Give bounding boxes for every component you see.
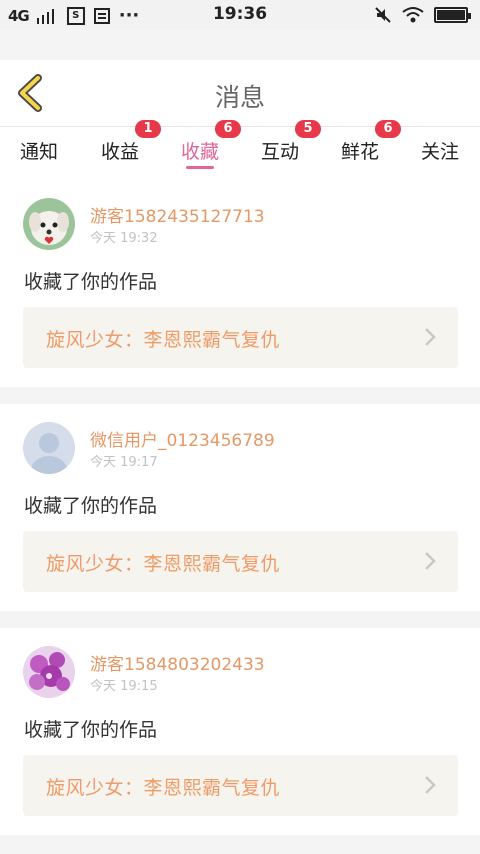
tab-interactions-badge: 5 xyxy=(295,120,321,138)
tab-flowers-badge: 6 xyxy=(375,120,401,138)
message-text: 收藏了你的作品 xyxy=(24,495,158,517)
wifi-icon xyxy=(402,7,424,23)
page-title: 消息 xyxy=(214,83,265,112)
tab-flowers[interactable]: 鲜花 xyxy=(341,137,379,164)
tab-favorites-badge: 6 xyxy=(215,120,241,138)
chevron-right-icon xyxy=(425,328,436,346)
message-text: 收藏了你的作品 xyxy=(24,271,158,293)
tab-following[interactable]: 关注 xyxy=(421,137,459,164)
active-tab-indicator xyxy=(186,166,214,169)
status-right xyxy=(374,6,471,24)
work-title: 旋风少女：李恩熙霸气复仇 xyxy=(46,777,281,799)
message-card: 游客1584803202433 今天 19:15 收藏了你的作品 旋风少女：李恩… xyxy=(0,628,480,835)
tab-earnings[interactable]: 收益 xyxy=(101,137,139,164)
timestamp: 今天 19:15 xyxy=(90,679,158,694)
puppy-avatar-icon xyxy=(23,198,75,250)
user-name[interactable]: 游客1582435127713 xyxy=(90,202,265,227)
avatar[interactable] xyxy=(23,422,75,474)
work-link[interactable]: 旋风少女：李恩熙霸气复仇 xyxy=(23,307,458,368)
timestamp: 今天 19:17 xyxy=(90,455,158,470)
message-card: 游客1582435127713 今天 19:32 收藏了你的作品 旋风少女：李恩… xyxy=(0,180,480,387)
tab-interactions[interactable]: 互动 xyxy=(261,137,299,164)
tab-favorites[interactable]: 收藏 xyxy=(181,137,219,164)
work-title: 旋风少女：李恩熙霸气复仇 xyxy=(46,329,281,351)
message-text: 收藏了你的作品 xyxy=(24,719,158,741)
tab-notifications[interactable]: 通知 xyxy=(20,137,58,164)
work-title: 旋风少女：李恩熙霸气复仇 xyxy=(46,553,281,575)
user-name[interactable]: 游客1584803202433 xyxy=(90,650,265,675)
work-link[interactable]: 旋风少女：李恩熙霸气复仇 xyxy=(23,755,458,816)
purple-flowers-avatar-icon xyxy=(23,646,75,698)
avatar[interactable] xyxy=(23,198,75,250)
message-card: 微信用户_0123456789 今天 19:17 收藏了你的作品 旋风少女：李恩… xyxy=(0,404,480,611)
timestamp: 今天 19:32 xyxy=(90,231,158,246)
header: 消息 xyxy=(0,60,480,126)
avatar[interactable] xyxy=(23,646,75,698)
tab-earnings-badge: 1 xyxy=(135,120,161,138)
battery-icon xyxy=(434,7,471,23)
chevron-right-icon xyxy=(425,776,436,794)
user-name[interactable]: 微信用户_0123456789 xyxy=(90,426,275,451)
status-bar: 4G S ··· 19:36 xyxy=(0,0,480,30)
tab-bar: 通知 收益 1 收藏 6 互动 5 鲜花 6 关注 xyxy=(0,120,480,180)
chevron-right-icon xyxy=(425,552,436,570)
work-link[interactable]: 旋风少女：李恩熙霸气复仇 xyxy=(23,531,458,592)
mute-icon xyxy=(375,7,391,23)
default-person-avatar-icon xyxy=(23,422,75,474)
